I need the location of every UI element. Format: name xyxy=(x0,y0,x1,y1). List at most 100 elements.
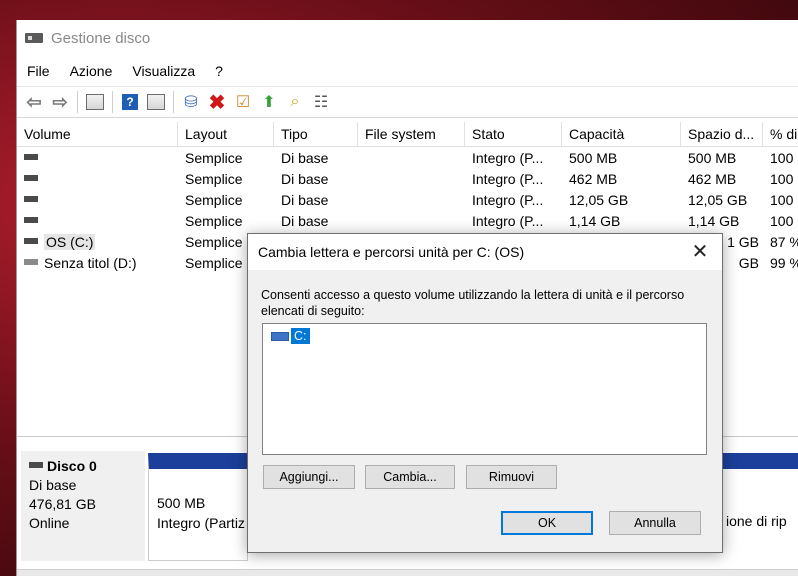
capacita-cell: 500 MB xyxy=(569,150,618,166)
dialog-title-bar[interactable]: Cambia lettera e percorsi unità per C: (… xyxy=(248,234,722,270)
partition-size: 500 MB xyxy=(157,495,206,511)
toolbar-separator xyxy=(112,91,113,113)
properties-icon[interactable]: ☑ xyxy=(232,91,254,113)
list-item[interactable]: C: xyxy=(271,328,310,344)
title-bar[interactable]: Gestione disco xyxy=(17,20,798,56)
spazio-cell: 12,05 GB xyxy=(688,192,748,208)
add-button[interactable]: Aggiungi... xyxy=(263,465,355,489)
volume-cell: OS (C:) xyxy=(17,232,178,253)
column-header-tipo[interactable]: Tipo xyxy=(274,122,358,146)
toolbar-separator xyxy=(173,91,174,113)
capacita-cell: 12,05 GB xyxy=(569,192,629,208)
menu-bar: File Azione Visualizza ? xyxy=(17,60,233,82)
delete-icon[interactable]: ✖ xyxy=(206,91,228,114)
menu-help[interactable]: ? xyxy=(205,63,233,79)
column-header-spazio[interactable]: Spazio d... xyxy=(681,122,763,146)
layout-cell: Semplice xyxy=(185,213,243,229)
stato-cell: Integro (P... xyxy=(472,213,544,229)
tipo-cell: Di base xyxy=(281,213,329,229)
volume-icon xyxy=(24,196,38,203)
percent-cell: 87 % xyxy=(770,234,798,250)
menu-file[interactable]: File xyxy=(17,63,60,79)
spazio-cell: 462 MB xyxy=(688,171,737,187)
tipo-cell: Di base xyxy=(281,171,329,187)
list-view-icon[interactable]: ☷ xyxy=(310,91,332,113)
volume-cell xyxy=(17,148,178,169)
spazio-cell: 1,14 GB xyxy=(688,213,740,229)
column-header-capacita[interactable]: Capacità xyxy=(562,122,681,146)
table-row[interactable]: Semplice Di base Integro (P... 1,14 GB 1… xyxy=(17,211,798,232)
remove-button[interactable]: Rimuovi xyxy=(466,465,557,489)
dialog-title: Cambia lettera e percorsi unità per C: (… xyxy=(258,244,525,260)
column-header-percent[interactable]: % di xyxy=(763,122,798,146)
help-icon[interactable]: ? xyxy=(119,91,141,113)
partition-status: Integro (Partiz xyxy=(157,515,245,531)
percent-cell: 100 xyxy=(770,213,794,229)
percent-cell: 100 xyxy=(770,150,794,166)
volume-icon xyxy=(24,217,38,224)
table-row[interactable]: Semplice Di base Integro (P... 12,05 GB … xyxy=(17,190,798,211)
drive-icon xyxy=(271,331,289,341)
change-drive-letter-dialog: Cambia lettera e percorsi unità per C: (… xyxy=(247,233,723,553)
console-tree-icon[interactable] xyxy=(84,91,106,113)
volume-cell: Senza titol (D:) xyxy=(17,253,178,274)
disk-info-panel[interactable]: Disco 0 Di base 476,81 GB Online xyxy=(21,451,145,561)
percent-cell: 100 xyxy=(770,192,794,208)
stato-cell: Integro (P... xyxy=(472,192,544,208)
show-hide-icon[interactable] xyxy=(145,91,167,113)
drive-path-list[interactable]: C: xyxy=(262,323,707,455)
volume-cell xyxy=(17,169,178,190)
stato-cell: Integro (P... xyxy=(472,150,544,166)
partition-block-right[interactable]: ione di rip xyxy=(722,453,798,561)
tipo-cell: Di base xyxy=(281,192,329,208)
percent-cell: 100 xyxy=(770,171,794,187)
disk-title: Disco 0 xyxy=(29,457,145,476)
volume-list-header: Volume Layout Tipo File system Stato Cap… xyxy=(17,122,798,147)
menu-azione[interactable]: Azione xyxy=(60,63,123,79)
toolbar-separator xyxy=(77,91,78,113)
close-icon[interactable]: ✕ xyxy=(688,240,712,264)
table-row[interactable]: Semplice Di base Integro (P... 462 MB 46… xyxy=(17,169,798,190)
volume-icon xyxy=(24,154,38,161)
tipo-cell: Di base xyxy=(281,150,329,166)
disk-size: 476,81 GB xyxy=(29,496,96,512)
column-header-file-system[interactable]: File system xyxy=(358,122,465,146)
layout-cell: Semplice xyxy=(185,171,243,187)
layout-cell: Semplice xyxy=(185,192,243,208)
volume-icon xyxy=(24,238,38,245)
layout-cell: Semplice xyxy=(185,150,243,166)
volume-cell xyxy=(17,190,178,211)
dialog-description: Consenti accesso a questo volume utilizz… xyxy=(261,288,685,318)
volume-icon xyxy=(24,175,38,182)
volume-icon xyxy=(24,259,38,266)
spazio-cell: 500 MB xyxy=(688,150,737,166)
disk-type: Di base xyxy=(29,477,77,493)
column-header-stato[interactable]: Stato xyxy=(465,122,562,146)
column-header-volume[interactable]: Volume xyxy=(17,122,178,146)
capacita-cell: 462 MB xyxy=(569,171,618,187)
export-icon[interactable]: ⬆ xyxy=(258,91,280,113)
percent-cell: 99 % xyxy=(770,255,798,271)
change-button[interactable]: Cambia... xyxy=(365,465,455,489)
table-row[interactable]: Semplice Di base Integro (P... 500 MB 50… xyxy=(17,148,798,169)
window-title: Gestione disco xyxy=(51,29,151,47)
disk-management-icon xyxy=(25,31,43,45)
horizontal-scrollbar[interactable] xyxy=(17,569,798,576)
column-header-layout[interactable]: Layout xyxy=(178,122,274,146)
partition-block[interactable]: 500 MB Integro (Partiz xyxy=(148,453,248,561)
cancel-button[interactable]: Annulla xyxy=(609,511,701,535)
ok-button[interactable]: OK xyxy=(501,511,593,535)
volume-cell xyxy=(17,211,178,232)
back-icon[interactable]: ⇦ xyxy=(23,91,45,113)
capacita-cell: 1,14 GB xyxy=(569,213,621,229)
forward-icon[interactable]: ⇨ xyxy=(49,91,71,113)
connect-drive-icon[interactable]: ⛁ xyxy=(180,91,202,113)
menu-visualizza[interactable]: Visualizza xyxy=(122,63,205,79)
disk-icon xyxy=(29,462,43,469)
disk-status: Online xyxy=(29,515,70,531)
find-icon[interactable]: ⌕ xyxy=(284,91,306,113)
drive-letter-entry: C: xyxy=(291,328,310,344)
partition-status-fragment: ione di rip xyxy=(726,513,787,529)
stato-cell: Integro (P... xyxy=(472,171,544,187)
toolbar: ⇦ ⇨ ? ⛁ ✖ ☑ ⬆ ⌕ ☷ xyxy=(17,86,798,118)
